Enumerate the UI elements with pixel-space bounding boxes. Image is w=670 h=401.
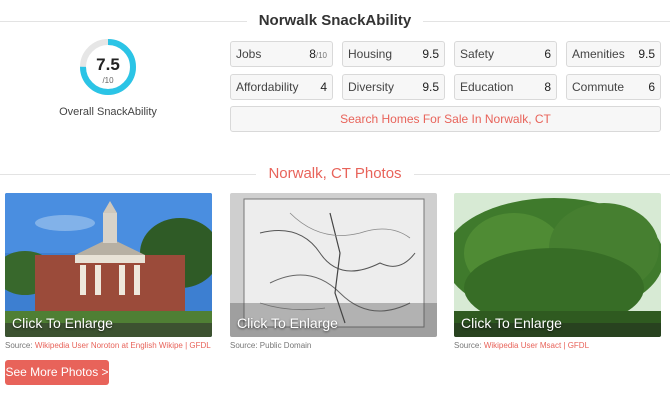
metric-value: 4 xyxy=(320,80,327,94)
metric-value: 9.5 xyxy=(422,80,439,94)
photos-title: Norwalk, CT Photos xyxy=(256,165,414,182)
photo-source: Source: Public Domain xyxy=(230,341,312,350)
metric-housing: Housing 9.5 xyxy=(342,41,445,67)
metric-name: Housing xyxy=(348,47,393,61)
overall-score-gauge: 7.5 /10 xyxy=(79,38,137,96)
metric-value: 6 xyxy=(648,80,655,94)
search-homes-button[interactable]: Search Homes For Sale In Norwalk, CT xyxy=(230,106,661,132)
metric-diversity: Diversity 9.5 xyxy=(342,74,445,100)
overall-label: Overall SnackAbility xyxy=(59,106,157,118)
metric-value: 9.5 xyxy=(638,47,655,61)
metric-jobs: Jobs 8/10 xyxy=(230,41,333,67)
overall-score-value: 7.5 xyxy=(96,55,120,74)
metric-name: Diversity xyxy=(348,80,395,94)
metric-value: 8 xyxy=(544,80,551,94)
metric-value: 9.5 xyxy=(422,47,439,61)
source-link[interactable]: Wikipedia User Noroton at English Wikipe… xyxy=(35,341,211,350)
photo-building[interactable]: Click To Enlarge xyxy=(5,193,212,337)
photos-heading: Norwalk, CT Photos xyxy=(0,165,670,183)
photo-tree[interactable]: Click To Enlarge xyxy=(454,193,661,337)
click-to-enlarge: Click To Enlarge xyxy=(237,315,338,331)
metric-name: Education xyxy=(460,80,514,94)
metric-amenities: Amenities 9.5 xyxy=(566,41,661,67)
see-more-photos-button[interactable]: See More Photos > xyxy=(5,360,109,385)
click-to-enlarge: Click To Enlarge xyxy=(12,315,113,331)
photo-source: Source: Wikipedia User Noroton at Englis… xyxy=(5,341,211,350)
snackability-title: Norwalk SnackAbility xyxy=(246,12,424,29)
metric-name: Affordability xyxy=(236,80,299,94)
snackability-heading: Norwalk SnackAbility xyxy=(0,12,670,30)
metric-safety: Safety 6 xyxy=(454,41,557,67)
overall-score-max: /10 xyxy=(102,76,114,85)
metric-value: 6 xyxy=(544,47,551,61)
metric-name: Amenities xyxy=(572,47,625,61)
photo-map[interactable]: Click To Enlarge xyxy=(230,193,437,337)
source-link[interactable]: Wikipedia User Msact | GFDL xyxy=(484,341,589,350)
metric-education: Education 8 xyxy=(454,74,557,100)
metric-affordability: Affordability 4 xyxy=(230,74,333,100)
metric-name: Commute xyxy=(572,80,625,94)
metric-name: Safety xyxy=(460,47,495,61)
photo-source: Source: Wikipedia User Msact | GFDL xyxy=(454,341,590,350)
metric-value: 8/10 xyxy=(309,47,327,61)
click-to-enlarge: Click To Enlarge xyxy=(461,315,562,331)
metric-name: Jobs xyxy=(236,47,262,61)
metric-commute: Commute 6 xyxy=(566,74,661,100)
